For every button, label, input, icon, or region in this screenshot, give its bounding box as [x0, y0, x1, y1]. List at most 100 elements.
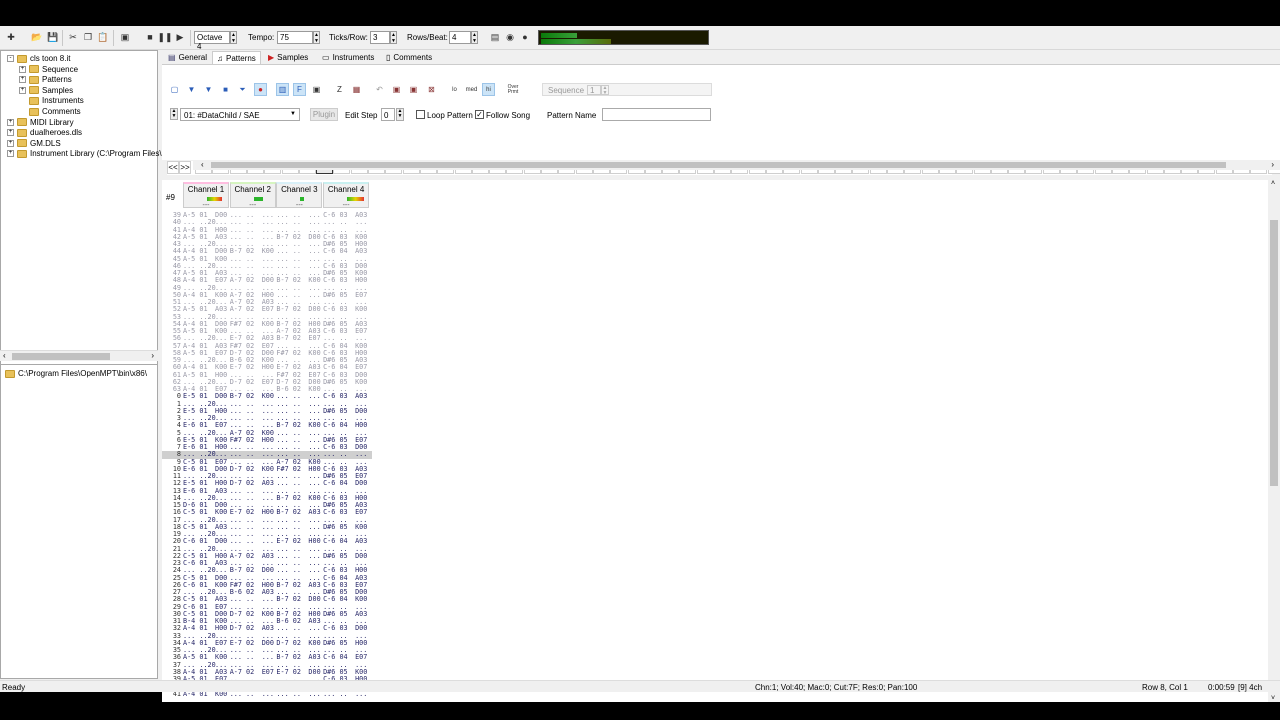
- tab-comments[interactable]: ▯ Comments: [382, 51, 436, 64]
- instrument-stepper[interactable]: ▲ ▼: [170, 108, 178, 120]
- rows-per-beat-stepper[interactable]: ▲ ▼: [471, 31, 478, 44]
- ticks-stepper[interactable]: ▲ ▼: [390, 31, 397, 44]
- tree-item[interactable]: + Sequence: [19, 64, 78, 75]
- loop-pattern-checkbox[interactable]: [416, 110, 425, 119]
- pattern-scroll-thumb[interactable]: [1270, 220, 1278, 486]
- tree-item[interactable]: Comments: [19, 106, 81, 117]
- expand-toggle-icon[interactable]: +: [19, 76, 26, 84]
- arrow-down-alt-icon[interactable]: ▼: [202, 83, 215, 96]
- tree-item[interactable]: + dualheroes.dls: [7, 127, 82, 138]
- ticks-field[interactable]: 3: [370, 31, 390, 44]
- scroll-up-icon[interactable]: ˄: [1271, 180, 1275, 187]
- new-file-icon[interactable]: ✚: [4, 30, 18, 44]
- cut-icon[interactable]: ✂: [66, 30, 80, 44]
- scroll-left-icon[interactable]: ‹: [201, 160, 204, 169]
- overflow-paste-button[interactable]: Over Prmt: [505, 83, 521, 96]
- vu-toggle-icon[interactable]: ▥: [276, 83, 289, 96]
- tab-samples[interactable]: ▶ Samples: [264, 51, 312, 64]
- tab-instruments[interactable]: ▭ Instruments: [318, 51, 378, 64]
- tab-patterns[interactable]: ♫ Patterns: [212, 51, 261, 64]
- properties-icon[interactable]: ▣: [310, 83, 323, 96]
- export-icon[interactable]: ▣: [118, 30, 132, 44]
- octave-stepper[interactable]: ▲ ▼: [230, 31, 237, 44]
- midi-record-icon[interactable]: ●: [518, 30, 532, 44]
- sequence-stepper[interactable]: ▲ ▼: [601, 85, 609, 96]
- expand-toggle-icon[interactable]: -: [7, 55, 14, 62]
- tree-item[interactable]: + Samples: [19, 85, 73, 96]
- pattern-rows[interactable]: 39 A-5 01 D00... ........ ..... C-6 03 A03 40…: [162, 212, 372, 702]
- tree-horizontal-scrollbar[interactable]: ‹ ›: [0, 350, 158, 361]
- editor-pane: ▤ General ♫ Patterns ▶ Samples ▭ Instruments…: [162, 50, 1280, 702]
- order-scrollbar[interactable]: ‹ ›: [193, 160, 1280, 170]
- expand-toggle-icon[interactable]: +: [19, 86, 26, 94]
- channel-mute-indicator: ---: [295, 202, 303, 209]
- edit-step-stepper[interactable]: ▲ ▼: [396, 108, 404, 121]
- metronome-icon[interactable]: ◉: [503, 30, 517, 44]
- quality-med-button[interactable]: med: [465, 83, 478, 96]
- channel-header-2[interactable]: Channel 2 ---: [229, 182, 276, 209]
- instrument-select[interactable]: 01: #DataChild / SAE ▼: [180, 108, 300, 121]
- open-folder-icon[interactable]: 📂: [30, 30, 44, 44]
- pattern-vertical-scrollbar[interactable]: ˄ ˅: [1268, 180, 1280, 702]
- expand-toggle-icon[interactable]: +: [19, 65, 26, 73]
- file-browser[interactable]: C:\Program Files\OpenMPT\bin\x86\: [0, 364, 158, 679]
- tool-a-icon[interactable]: ▣: [390, 83, 403, 96]
- save-icon[interactable]: 💾: [46, 30, 60, 44]
- pattern-editor[interactable]: #9 Channel 1 --- Channel 2 --- Channel 3 --- C…: [162, 180, 1280, 702]
- settings-icon[interactable]: ▤: [488, 30, 502, 44]
- arrow-down-icon[interactable]: ▼: [185, 83, 198, 96]
- module-tree[interactable]: - cls toon 8.it + Sequence + Patterns + Samples…: [0, 50, 177, 370]
- expand-toggle-icon[interactable]: +: [7, 150, 14, 158]
- channel-header-4[interactable]: Channel 4 ---: [323, 182, 370, 209]
- tool-b-icon[interactable]: ▣: [407, 83, 420, 96]
- order-nav-left-button[interactable]: <<: [167, 161, 179, 174]
- tree-item[interactable]: + Patterns: [19, 74, 72, 85]
- stop-icon[interactable]: ■: [143, 30, 157, 44]
- quality-hi-button[interactable]: hi: [482, 83, 495, 96]
- tab-general[interactable]: ▤ General: [164, 51, 211, 64]
- tempo-field[interactable]: 75: [277, 31, 313, 44]
- channel-manager-icon[interactable]: ▦: [350, 83, 363, 96]
- paste-icon[interactable]: 📋: [96, 30, 110, 44]
- tool-c-icon[interactable]: ⊠: [425, 83, 438, 96]
- octave-field[interactable]: Octave 4: [194, 31, 230, 51]
- play-icon[interactable]: ▶: [173, 30, 187, 44]
- edit-step-field[interactable]: 0: [381, 108, 395, 121]
- scroll-right-icon[interactable]: ›: [1271, 160, 1274, 169]
- order-nav-right-button[interactable]: >>: [179, 161, 191, 174]
- status-position: Row 8, Col 1: [1142, 683, 1188, 692]
- pause-icon[interactable]: ❚❚: [157, 30, 172, 44]
- file-path-item[interactable]: C:\Program Files\OpenMPT\bin\x86\: [5, 368, 147, 379]
- expand-toggle-icon[interactable]: +: [7, 118, 14, 126]
- copy-icon[interactable]: ❐: [81, 30, 95, 44]
- zoom-icon[interactable]: Z: [333, 83, 346, 96]
- stop-pattern-icon[interactable]: ■: [219, 83, 232, 96]
- new-pattern-icon[interactable]: ▢: [168, 83, 181, 96]
- rows-per-beat-field[interactable]: 4: [449, 31, 471, 44]
- scroll-down-icon[interactable]: ˅: [1271, 695, 1275, 702]
- tree-item[interactable]: Instruments: [19, 95, 84, 106]
- pattern-name-input[interactable]: [602, 108, 711, 121]
- follow-song-checkbox[interactable]: ✓: [475, 110, 484, 119]
- play-row-icon[interactable]: ⏷: [236, 83, 249, 96]
- tree-item[interactable]: + MIDI Library: [7, 117, 74, 128]
- quality-lo-button[interactable]: lo: [448, 83, 461, 96]
- tree-item[interactable]: + Instrument Library (C:\Program Files\Op…: [7, 148, 177, 159]
- fx-toggle-icon[interactable]: F: [293, 83, 306, 96]
- channel-level-meter: [300, 197, 305, 201]
- tree-item[interactable]: + GM.DLS: [7, 138, 61, 149]
- undo-icon[interactable]: ↶: [373, 83, 386, 96]
- order-scroll-thumb[interactable]: [211, 162, 1226, 168]
- expand-toggle-icon[interactable]: +: [7, 139, 14, 147]
- toolbar-separator: [190, 30, 191, 46]
- plugin-button[interactable]: Plugin: [310, 108, 338, 121]
- tree-item[interactable]: - cls toon 8.it: [7, 53, 70, 64]
- expand-toggle-icon[interactable]: +: [7, 129, 14, 137]
- channel-header-1[interactable]: Channel 1 ---: [183, 182, 229, 209]
- record-icon[interactable]: ●: [254, 83, 267, 96]
- sequence-field[interactable]: 1: [587, 85, 601, 95]
- tree-item-label: MIDI Library: [30, 117, 74, 127]
- tempo-stepper[interactable]: ▲ ▼: [313, 31, 320, 44]
- channel-header-3[interactable]: Channel 3 ---: [276, 182, 323, 209]
- follow-song-label: Follow Song: [486, 111, 531, 120]
